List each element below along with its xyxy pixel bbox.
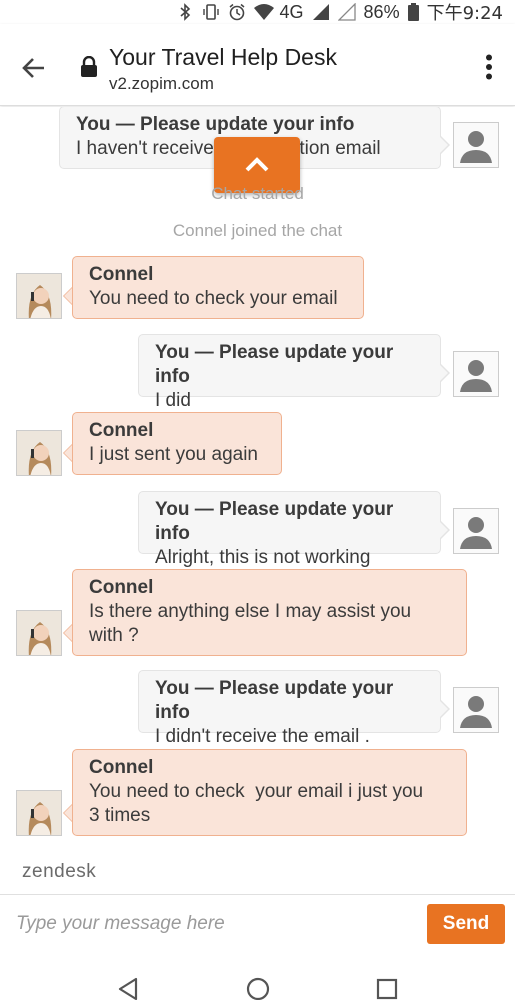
more-vert-icon [486, 54, 492, 80]
agent-photo [17, 791, 61, 835]
send-button[interactable]: Send [427, 904, 505, 944]
signal-empty-icon [337, 3, 356, 21]
message-text: I just sent you again [89, 444, 258, 465]
agent-message: Connel Is there anything else I may assi… [72, 569, 467, 656]
chat-transcript[interactable]: You — Please update your info I haven't … [0, 107, 515, 894]
zendesk-branding[interactable]: zendesk [22, 861, 96, 883]
back-button[interactable] [18, 52, 50, 84]
page-url[interactable]: v2.zopim.com [109, 74, 214, 94]
message-sender: You — Please update your info [155, 499, 394, 544]
person-icon [460, 131, 492, 163]
message-text: with ? [89, 625, 139, 646]
arrow-left-icon [22, 58, 44, 78]
bubble-tail [440, 521, 450, 539]
visitor-avatar [453, 508, 499, 554]
battery-icon [407, 3, 419, 21]
bubble-tail [440, 136, 450, 154]
triangle-back-icon [118, 977, 138, 1000]
overflow-menu-button[interactable] [485, 54, 493, 80]
message-text: You need to check your email i just you [89, 781, 424, 802]
system-navigation-bar [0, 952, 515, 1000]
message-sender: Connel [89, 577, 154, 598]
message-text: I didn't receive the email . [155, 726, 370, 747]
battery-percentage: 86% [363, 1, 400, 22]
agent-avatar [16, 610, 62, 656]
nav-recents-button[interactable] [374, 976, 400, 1000]
message-sender: Connel [89, 757, 154, 778]
status-bar: 4G 86% 下午9:24 [0, 0, 515, 24]
message-text: 3 times [89, 805, 151, 826]
agent-avatar [16, 430, 62, 476]
visitor-message: You — Please update your info Alright, t… [138, 491, 441, 568]
message-sender: Connel [89, 420, 154, 441]
visitor-message: You — Please update your info I did [138, 334, 441, 411]
page-title: Your Travel Help Desk [109, 44, 337, 70]
message-sender: You — Please update your info [155, 342, 394, 387]
system-message: Chat started [211, 184, 304, 203]
agent-avatar [16, 790, 62, 836]
agent-message: Connel I just sent you again [72, 412, 282, 475]
message-sender: Connel [89, 264, 154, 285]
visitor-avatar [453, 351, 499, 397]
person-icon [460, 360, 492, 392]
message-text: You need to check your email [89, 288, 338, 309]
bubble-tail [63, 444, 72, 462]
wifi-icon [253, 3, 274, 21]
bubble-tail [63, 287, 72, 305]
alarm-icon [228, 3, 246, 21]
bubble-tail [63, 624, 72, 642]
agent-photo [17, 431, 61, 475]
network-type: 4G [279, 1, 304, 22]
message-input[interactable] [0, 895, 415, 952]
agent-message: Connel You need to check your email [72, 256, 364, 319]
vibrate-icon [202, 3, 220, 21]
message-text: Alright, this is not working [155, 547, 371, 568]
nav-back-button[interactable] [116, 976, 142, 1000]
visitor-message: You — Please update your info I didn't r… [138, 670, 441, 747]
browser-header: Your Travel Help Desk v2.zopim.com [0, 24, 515, 106]
clock: 下午9:24 [426, 3, 503, 24]
message-sender: You — Please update your info [155, 678, 394, 723]
nav-home-button[interactable] [245, 976, 271, 1000]
person-icon [460, 696, 492, 728]
agent-message: Connel You need to check your email i ju… [72, 749, 467, 836]
visitor-avatar [453, 122, 499, 168]
message-text: Is there anything else I may assist you [89, 601, 412, 622]
bubble-tail [440, 364, 450, 382]
message-text: I did [155, 390, 191, 411]
visitor-avatar [453, 687, 499, 733]
signal-icon [312, 3, 330, 21]
bluetooth-icon [176, 3, 194, 21]
system-message: Connel joined the chat [172, 221, 343, 240]
bubble-tail [63, 804, 72, 822]
lock-icon [80, 55, 98, 78]
person-icon [460, 517, 492, 549]
circle-home-icon [246, 977, 270, 1000]
message-sender: You — Please update your info [76, 114, 355, 135]
agent-photo [17, 611, 61, 655]
agent-photo [17, 274, 61, 318]
square-recents-icon [376, 978, 398, 1000]
message-composer: Send [0, 894, 515, 952]
bubble-tail [440, 700, 450, 718]
agent-avatar [16, 273, 62, 319]
